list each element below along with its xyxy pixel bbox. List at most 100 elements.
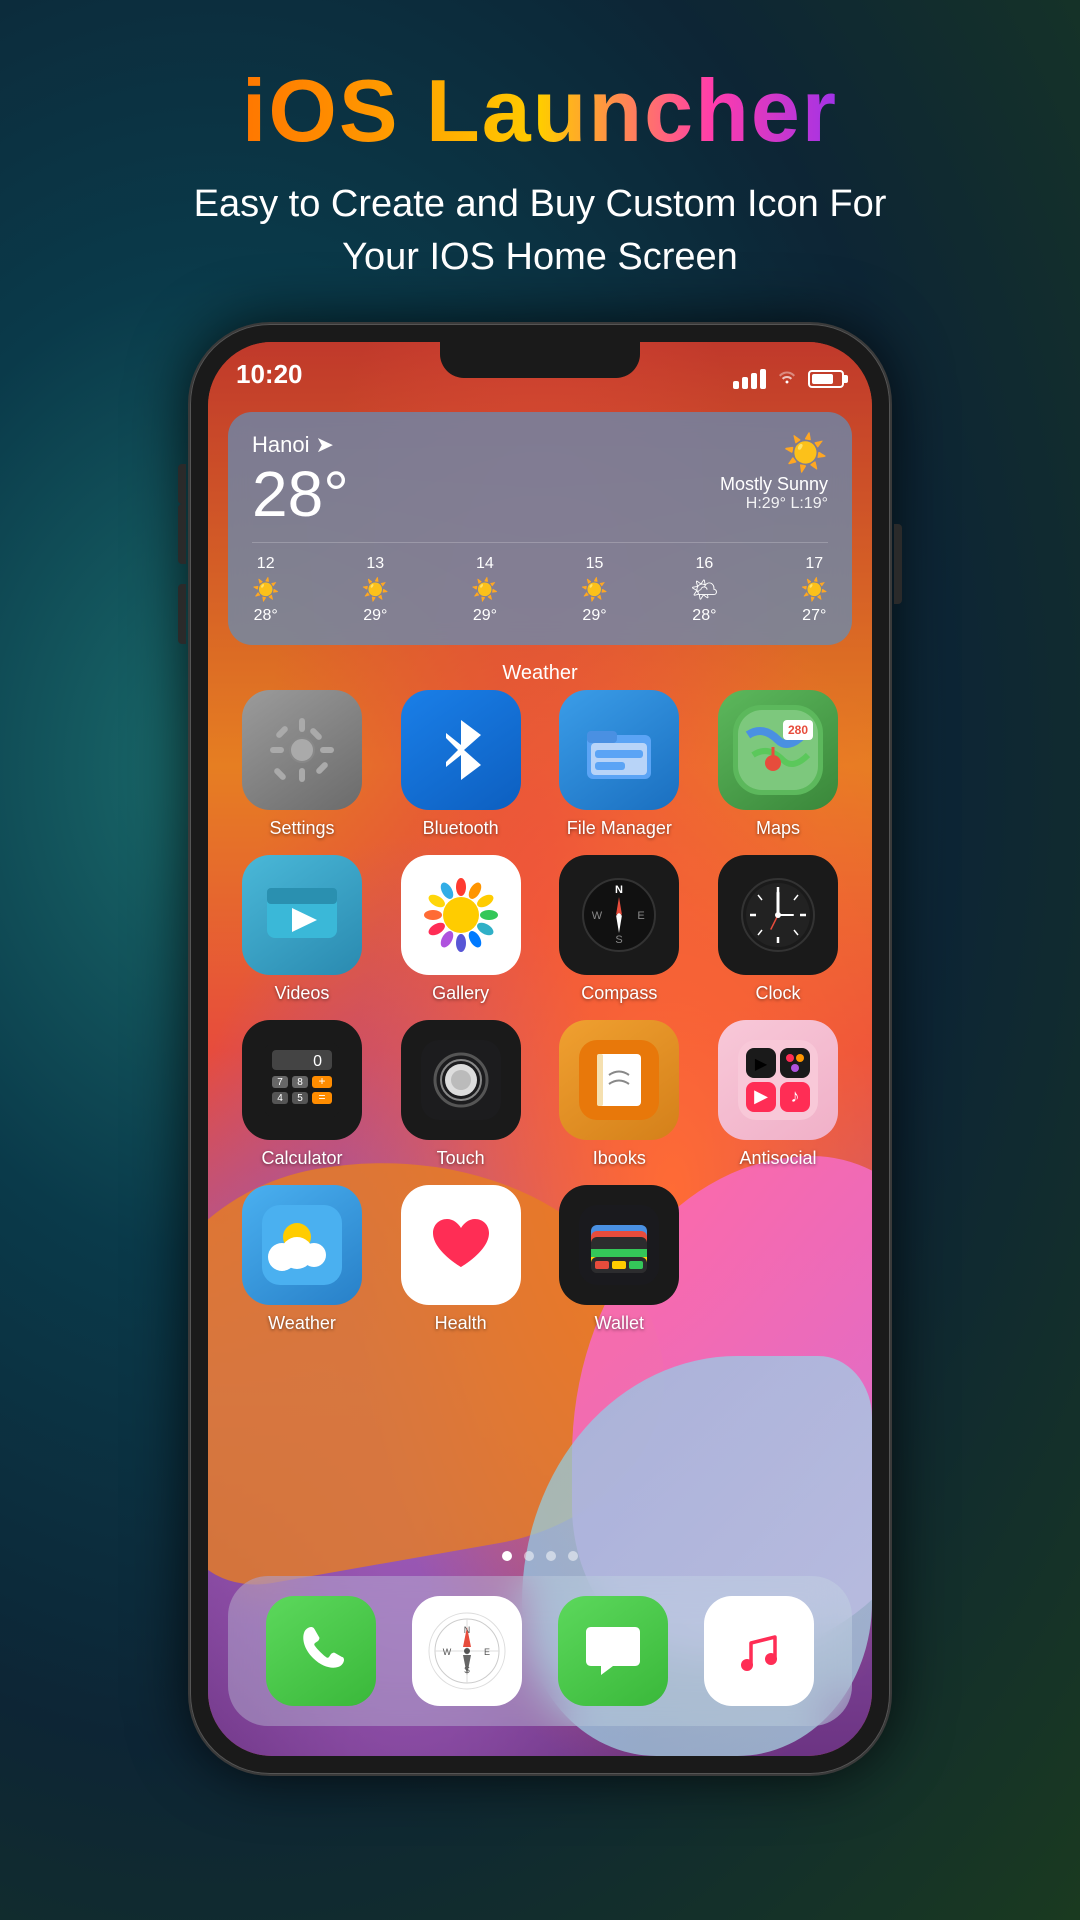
- app-grid: Settings Bluetooth: [228, 690, 852, 1350]
- forecast-day-13: 13 ☀️ 29°: [362, 555, 389, 625]
- dock-safari[interactable]: N S W E: [412, 1596, 522, 1706]
- app-health[interactable]: Health: [387, 1185, 535, 1334]
- calculator-icon: 0 7 8 + 4 5: [242, 1020, 362, 1140]
- phone-screen: 10:20: [208, 342, 872, 1756]
- touch-label: Touch: [437, 1148, 485, 1169]
- weather-hilo: H:29° L:19°: [720, 495, 828, 513]
- maps-label: Maps: [756, 818, 800, 839]
- silent-switch[interactable]: [178, 464, 186, 504]
- file-manager-label: File Manager: [567, 818, 672, 839]
- app-row-1: Settings Bluetooth: [228, 690, 852, 839]
- location-arrow-icon: ➤: [315, 432, 333, 458]
- app-clock[interactable]: Clock: [704, 855, 852, 1004]
- page-dots: [208, 1551, 872, 1561]
- page-dot-3[interactable]: [546, 1551, 556, 1561]
- weather-temperature: 28°: [252, 462, 349, 526]
- phone-frame: 10:20: [190, 324, 890, 1774]
- app-antisocial[interactable]: ▶ ▶ ♪ Antisocial: [704, 1020, 852, 1169]
- gallery-label: Gallery: [432, 983, 489, 1004]
- volume-down-button[interactable]: [178, 584, 186, 644]
- power-button[interactable]: [894, 524, 902, 604]
- svg-text:♪: ♪: [790, 1086, 799, 1106]
- app-compass[interactable]: N E S W Compass: [545, 855, 693, 1004]
- svg-text:W: W: [592, 910, 603, 922]
- forecast-day-14: 14 ☀️ 29°: [471, 555, 498, 625]
- app-maps[interactable]: 280 Maps: [704, 690, 852, 839]
- status-time: 10:20: [236, 359, 303, 390]
- antisocial-icon: ▶ ▶ ♪: [718, 1020, 838, 1140]
- app-row-2: Videos: [228, 855, 852, 1004]
- app-touch[interactable]: Touch: [387, 1020, 535, 1169]
- svg-text:S: S: [616, 934, 623, 946]
- compass-icon: N E S W: [559, 855, 679, 975]
- notch: [440, 342, 640, 378]
- app-bluetooth[interactable]: Bluetooth: [387, 690, 535, 839]
- weather-label: Weather: [268, 1313, 336, 1334]
- svg-text:E: E: [638, 910, 645, 922]
- svg-text:+: +: [318, 1074, 325, 1088]
- app-videos[interactable]: Videos: [228, 855, 376, 1004]
- videos-label: Videos: [275, 983, 330, 1004]
- app-wallet[interactable]: Wallet: [545, 1185, 693, 1334]
- app-subtitle: Easy to Create and Buy Custom Icon ForYo…: [194, 178, 887, 284]
- app-settings[interactable]: Settings: [228, 690, 376, 839]
- app-weather[interactable]: Weather: [228, 1185, 376, 1334]
- bluetooth-icon: [401, 690, 521, 810]
- signal-icon: [733, 369, 766, 389]
- bluetooth-label: Bluetooth: [423, 818, 499, 839]
- page-header: iOS Launcher Easy to Create and Buy Cust…: [154, 0, 927, 324]
- weather-icon: [242, 1185, 362, 1305]
- wallet-label: Wallet: [595, 1313, 644, 1334]
- status-icons: [733, 367, 844, 390]
- forecast-day-12: 12 ☀️ 28°: [252, 555, 279, 625]
- svg-text:8: 8: [297, 1077, 303, 1088]
- page-dot-4[interactable]: [568, 1551, 578, 1561]
- calculator-label: Calculator: [261, 1148, 342, 1169]
- volume-up-button[interactable]: [178, 504, 186, 564]
- compass-label: Compass: [581, 983, 657, 1004]
- svg-text:N: N: [615, 884, 623, 896]
- app-file-manager[interactable]: File Manager: [545, 690, 693, 839]
- dock: N S W E: [228, 1576, 852, 1726]
- file-manager-icon: [559, 690, 679, 810]
- page-dot-1[interactable]: [502, 1551, 512, 1561]
- weather-header: Hanoi ➤ 28° ☀️ Mostly Sunny H:29° L:19°: [252, 432, 828, 526]
- forecast-day-16: 16 🌤 28°: [690, 555, 718, 625]
- weather-widget[interactable]: Hanoi ➤ 28° ☀️ Mostly Sunny H:29° L:19° …: [228, 412, 852, 645]
- videos-icon: [242, 855, 362, 975]
- svg-text:N: N: [464, 1625, 471, 1635]
- weather-right: ☀️ Mostly Sunny H:29° L:19°: [720, 432, 828, 513]
- svg-text:7: 7: [277, 1077, 283, 1088]
- svg-text:S: S: [464, 1665, 470, 1675]
- app-ibooks[interactable]: Ibooks: [545, 1020, 693, 1169]
- svg-text:W: W: [443, 1647, 452, 1657]
- svg-text:E: E: [484, 1647, 490, 1657]
- app-row-4: Weather Health: [228, 1185, 852, 1334]
- clock-icon: [718, 855, 838, 975]
- forecast-day-17: 17 ☀️ 27°: [801, 555, 828, 625]
- app-title: iOS Launcher: [194, 60, 887, 162]
- clock-label: Clock: [755, 983, 800, 1004]
- forecast-day-15: 15 ☀️ 29°: [581, 555, 608, 625]
- app-row-3: 0 7 8 + 4 5: [228, 1020, 852, 1169]
- svg-text:=: =: [318, 1090, 325, 1104]
- app-empty-slot: [704, 1185, 852, 1334]
- svg-text:4: 4: [277, 1093, 283, 1104]
- dock-phone[interactable]: [266, 1596, 376, 1706]
- touch-icon: [401, 1020, 521, 1140]
- settings-label: Settings: [269, 818, 334, 839]
- app-calculator[interactable]: 0 7 8 + 4 5: [228, 1020, 376, 1169]
- health-icon: [401, 1185, 521, 1305]
- gallery-icon: [401, 855, 521, 975]
- page-dot-2[interactable]: [524, 1551, 534, 1561]
- wallet-icon: [559, 1185, 679, 1305]
- weather-location: Hanoi ➤: [252, 432, 349, 458]
- ibooks-icon: [559, 1020, 679, 1140]
- dock-music[interactable]: [704, 1596, 814, 1706]
- app-gallery[interactable]: Gallery: [387, 855, 535, 1004]
- svg-text:5: 5: [297, 1093, 303, 1104]
- weather-condition: Mostly Sunny: [720, 474, 828, 495]
- dock-messages[interactable]: [558, 1596, 668, 1706]
- maps-icon: 280: [718, 690, 838, 810]
- weather-forecast: 12 ☀️ 28° 13 ☀️ 29° 14 ☀️ 29° 15 ☀️: [252, 542, 828, 625]
